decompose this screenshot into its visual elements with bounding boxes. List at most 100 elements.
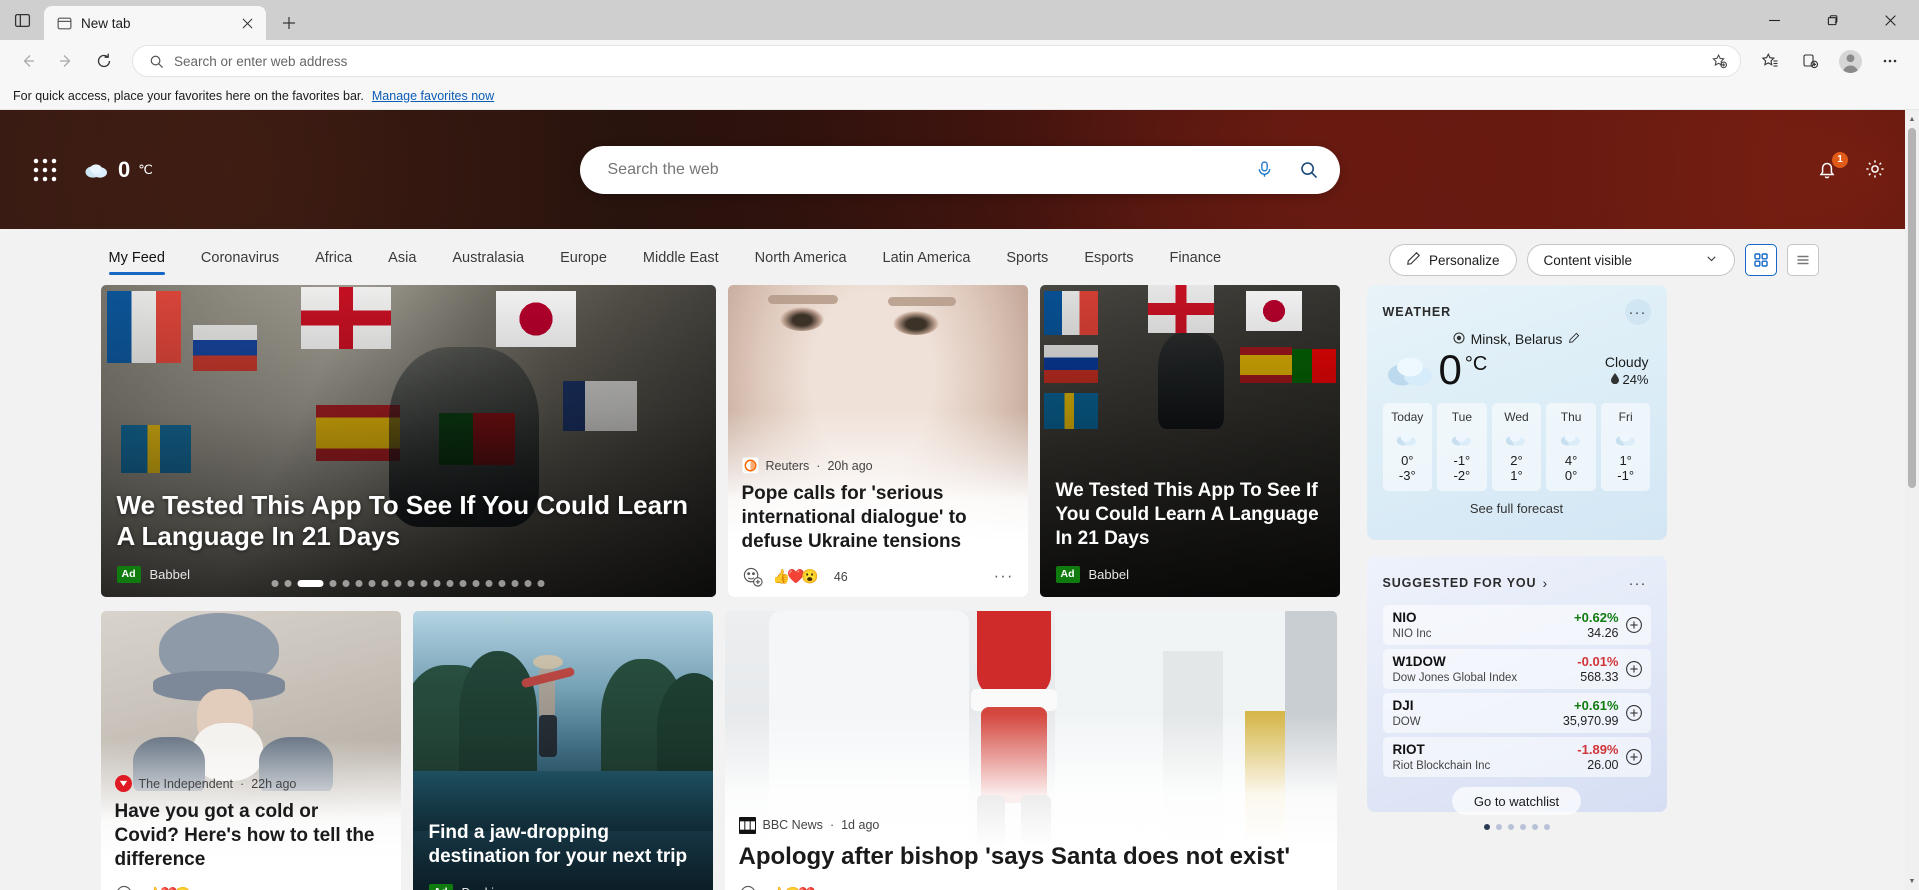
carousel-dot[interactable] [355,580,363,587]
maximize-icon[interactable] [1803,0,1861,40]
tab-sports[interactable]: Sports [988,246,1066,275]
carousel-dot[interactable] [329,580,337,587]
favorites-icon[interactable] [1751,44,1789,78]
tab-asia[interactable]: Asia [370,246,434,275]
add-circle-icon[interactable] [1625,704,1643,722]
tab-australasia[interactable]: Australasia [434,246,542,275]
add-circle-icon[interactable] [1625,616,1643,634]
panel-dot[interactable] [1519,824,1526,830]
add-favorite-icon[interactable] [1704,47,1734,75]
carousel-dot[interactable] [511,580,519,587]
carousel-dot[interactable] [459,580,467,587]
personalize-button[interactable]: Personalize [1388,244,1517,276]
carousel-dot[interactable] [420,580,428,587]
scroll-down-arrow-icon[interactable]: ▼ [1905,874,1919,888]
stock-row[interactable]: NIO +0.62% NIO Inc 34.26 [1382,605,1651,645]
tab-my-feed[interactable]: My Feed [101,246,183,275]
tab-coronavirus[interactable]: Coronavirus [183,246,297,275]
address-input[interactable] [174,53,1694,69]
close-icon[interactable] [236,12,258,34]
card-cold-independent[interactable]: The Independent · 22h ago Have you got a… [100,611,401,890]
carousel-dot[interactable] [368,580,376,587]
card-booking-ad[interactable]: Find a jaw-dropping destination for your… [412,611,713,890]
profile-icon[interactable] [1831,44,1869,78]
waffle-grid-icon[interactable] [30,155,60,185]
microphone-icon[interactable] [1246,151,1284,189]
carousel-dot[interactable] [472,580,480,587]
forecast-day[interactable]: Thu 4° 0° [1546,403,1596,491]
settings-and-more-icon[interactable] [1871,44,1909,78]
address-bar[interactable] [132,45,1741,77]
more-options-icon[interactable]: ··· [1624,299,1651,325]
search-input[interactable] [607,160,1240,179]
weather-location-row[interactable]: Minsk, Belarus [1383,331,1651,347]
card-pope-reuters[interactable]: Reuters · 20h ago Pope calls for 'seriou… [727,285,1028,597]
new-tab-button[interactable] [272,6,306,40]
content-visibility-select[interactable]: Content visible [1526,244,1735,276]
card-hero-babbel-ad[interactable]: We Tested This App To See If You Could L… [100,285,716,597]
grid-view-icon[interactable] [1744,244,1777,276]
carousel-dot[interactable] [485,580,493,587]
hero-weather-widget[interactable]: 0 ℃ [84,157,153,183]
carousel-dot[interactable] [407,580,415,587]
card-reactions[interactable]: 👍 ❤️ 😮 [773,568,819,585]
forward-arrow-icon[interactable] [48,44,84,78]
forecast-day[interactable]: Fri 1° -1° [1600,403,1651,491]
tab-north-america[interactable]: North America [737,246,865,275]
list-view-icon[interactable] [1786,244,1819,276]
browser-tab[interactable]: New tab [44,6,266,40]
tab-africa[interactable]: Africa [297,246,370,275]
reload-icon[interactable] [86,44,122,78]
collections-icon[interactable] [1791,44,1829,78]
card-babbel-ad-2[interactable]: We Tested This App To See If You Could L… [1039,285,1340,597]
carousel-dot[interactable] [271,580,279,587]
bell-icon[interactable]: 1 [1815,151,1848,183]
web-search-box[interactable] [579,145,1340,194]
tab-middle-east[interactable]: Middle East [625,246,737,275]
stock-row[interactable]: DJI +0.61% DOW 35,970.99 [1382,693,1651,733]
add-circle-icon[interactable] [1625,660,1643,678]
carousel-dot-active[interactable] [297,580,324,587]
see-full-forecast-link[interactable]: See full forecast [1383,501,1651,516]
close-icon[interactable] [1861,0,1919,40]
carousel-dot[interactable] [498,580,506,587]
panel-dot[interactable] [1531,824,1538,830]
carousel-dot[interactable] [284,580,292,587]
forecast-day[interactable]: Tue -1° -2° [1437,403,1487,491]
stock-row[interactable]: RIOT -1.89% Riot Blockchain Inc 26.00 [1382,737,1651,777]
carousel-dot[interactable] [394,580,402,587]
add-reaction-icon[interactable] [115,884,136,890]
forecast-day[interactable]: Wed 2° 1° [1491,403,1542,491]
add-reaction-icon[interactable] [742,566,763,587]
manage-favorites-link[interactable]: Manage favorites now [372,89,494,103]
more-options-icon[interactable]: ··· [994,567,1014,584]
carousel-dot[interactable] [381,580,389,587]
scroll-up-arrow-icon[interactable]: ▲ [1905,112,1919,126]
gear-icon[interactable] [1863,157,1889,183]
tab-europe[interactable]: Europe [542,246,625,275]
split-screen-icon[interactable] [0,0,44,40]
stock-row[interactable]: W1DOW -0.01% Dow Jones Global Index 568.… [1382,649,1651,689]
carousel-dot[interactable] [342,580,350,587]
panel-dot[interactable] [1495,824,1502,830]
panel-dot[interactable] [1543,824,1550,830]
add-circle-icon[interactable] [1625,748,1643,766]
card-bbc-santa[interactable]: BBC News · 1d ago Apology after bishop '… [724,611,1337,890]
panel-dot-active[interactable] [1483,824,1490,830]
card-reactions[interactable]: 👍 😮 ❤️ [770,886,816,890]
chevron-right-icon[interactable]: › [1542,575,1547,591]
search-icon[interactable] [1290,151,1328,189]
back-arrow-icon[interactable] [10,44,46,78]
minimize-icon[interactable] [1745,0,1803,40]
carousel-dot[interactable] [537,580,545,587]
add-reaction-icon[interactable] [739,884,760,890]
scrollbar-thumb[interactable] [1908,128,1916,488]
tab-finance[interactable]: Finance [1151,246,1239,275]
go-to-watchlist-button[interactable]: Go to watchlist [1451,787,1582,815]
more-options-icon[interactable]: ··· [1625,570,1651,596]
tab-esports[interactable]: Esports [1066,246,1151,275]
card-reactions[interactable]: 👍 ❤️ 😠 [146,886,192,890]
page-scrollbar[interactable]: ▲ ▼ [1905,110,1919,890]
pencil-icon[interactable] [1568,331,1580,347]
carousel-dot[interactable] [433,580,441,587]
